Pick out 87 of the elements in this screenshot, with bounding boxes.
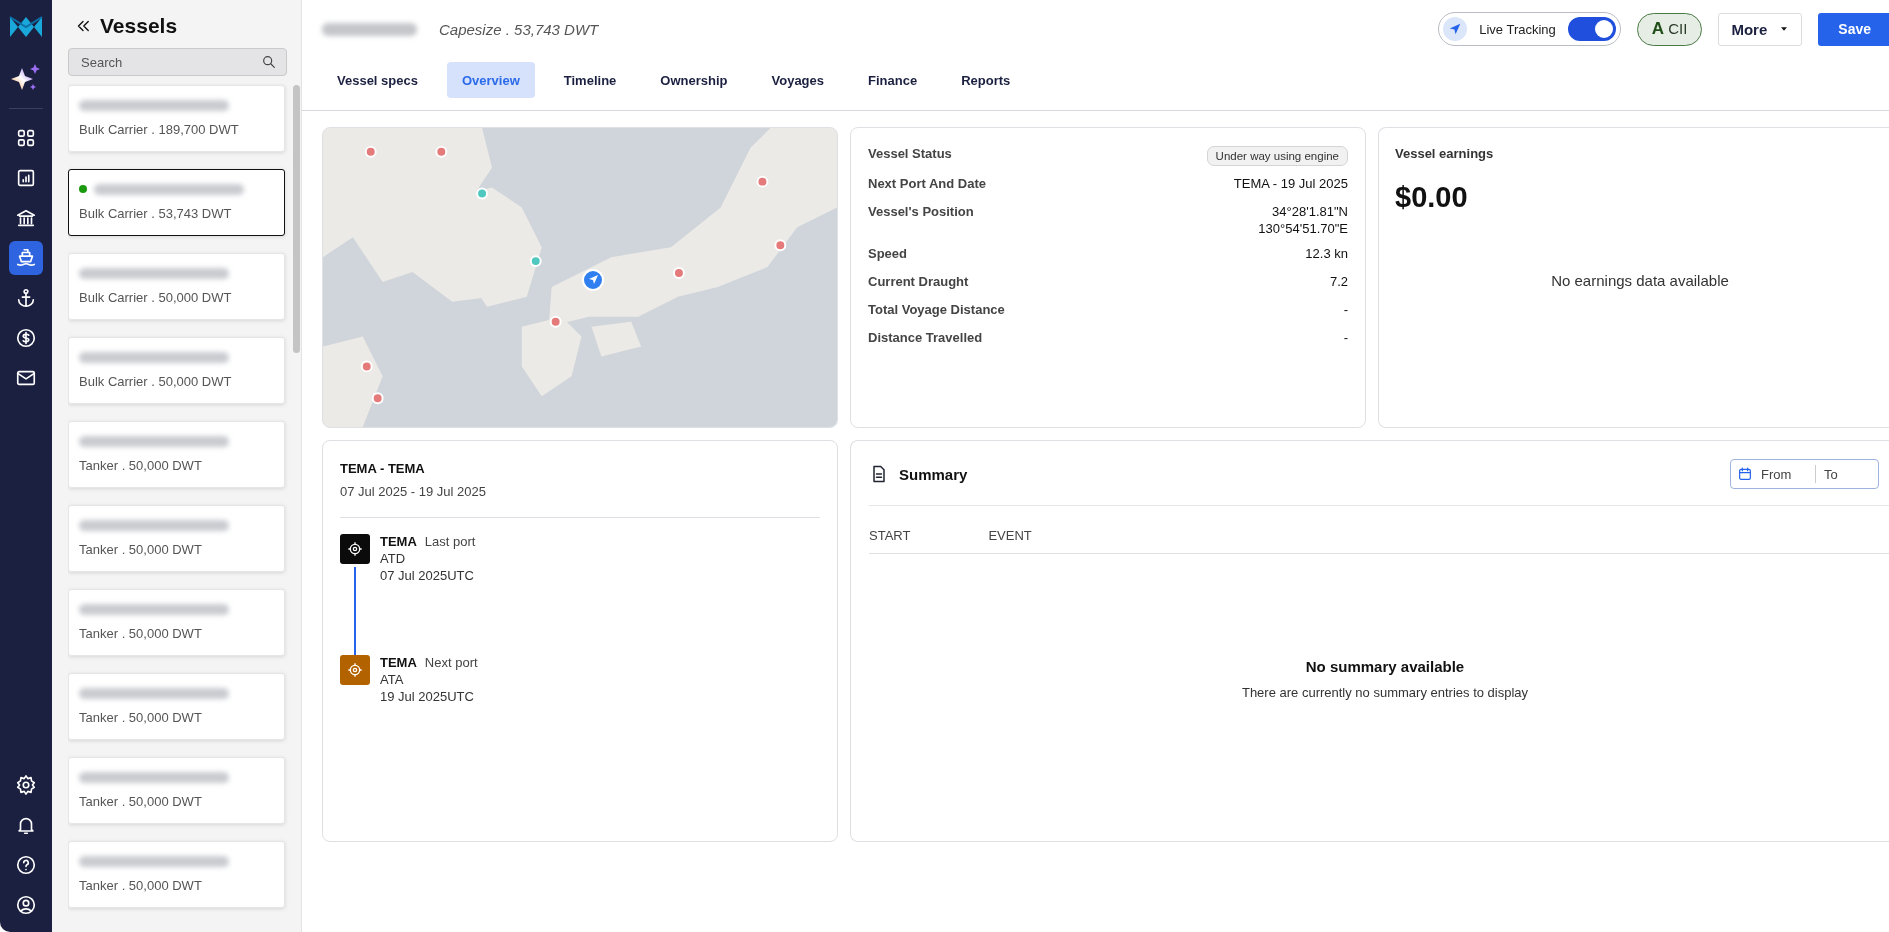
field-label: Next Port And Date [868,176,986,191]
vessel-card[interactable]: Bulk Carrier . 53,743 DWT [68,169,285,236]
port-marker-icon [340,655,370,685]
ship-icon [15,247,37,269]
dollar-icon [15,327,37,349]
vessel-card[interactable]: Tanker . 50,000 DWT [68,757,285,824]
tab[interactable]: Reports [946,62,1026,98]
vessel-subtitle: Bulk Carrier . 50,000 DWT [79,374,233,389]
port-role: Next port [424,655,478,670]
field-label: Vessel Status [868,146,952,161]
field-value: 130°54'51.70"E [1258,221,1348,236]
anchor-icon [15,287,37,309]
port-marker-icon [340,534,370,564]
vessel-subtitle: Bulk Carrier . 189,700 DWT [79,122,240,137]
bank-icon [15,207,37,229]
tab[interactable]: Vessel specs [322,62,433,98]
cii-rating-button[interactable]: A CII [1636,12,1703,46]
vessel-subtitle: Tanker . 50,000 DWT [79,710,203,725]
scrollbar[interactable] [293,85,300,353]
vessel-card[interactable]: Tanker . 50,000 DWT [68,421,285,488]
tab[interactable]: Finance [853,62,933,98]
vessel-class: Capesize . 53,743 DWT [439,20,599,38]
more-dropdown-button[interactable]: More [1718,12,1803,46]
status-badge: Under way using engine [1206,146,1348,166]
field-value: 7.2 [1329,274,1348,289]
column-header: START [869,528,911,543]
port-event: ATD [380,551,407,566]
vessel-subtitle: Bulk Carrier . 50,000 DWT [79,290,233,305]
vessel-card[interactable]: Bulk Carrier . 189,700 DWT [68,85,285,152]
navigation-icon [1443,17,1468,41]
port-name: TEMA [380,655,417,670]
vessel-subtitle: Tanker . 50,000 DWT [79,458,203,473]
field-label: Speed [868,246,907,261]
search-icon [261,54,277,70]
field-value: TEMA - 19 Jul 2025 [1233,176,1348,191]
tab[interactable]: Timeline [548,62,632,98]
help-icon [15,854,37,876]
to-date-field[interactable]: To [1822,465,1872,483]
vessel-subtitle: Bulk Carrier . 53,743 DWT [79,206,233,221]
account-icon [15,894,37,916]
tab[interactable]: Overview [446,62,535,98]
date-range-picker[interactable]: From To [1730,459,1879,489]
field-value: - [1343,302,1348,317]
port-name: TEMA [380,534,417,549]
vessel-card[interactable]: Tanker . 50,000 DWT [68,673,285,740]
tab[interactable]: Ownership [645,62,743,98]
vessel-subtitle: Tanker . 50,000 DWT [79,626,203,641]
from-date-field[interactable]: From [1759,465,1809,483]
field-label: Distance Travelled [868,330,983,345]
tab[interactable]: Voyages [756,62,839,98]
field-value: 12.3 kn [1305,246,1348,261]
card-title: Summary [899,465,969,483]
ship-nav-button[interactable] [9,241,43,275]
port-role: Last port [424,534,476,549]
voyage-dates: 07 Jul 2025 - 19 Jul 2025 [340,484,487,499]
port-event: ATA [380,672,405,687]
port-time: 07 Jul 2025UTC [380,568,475,583]
empty-message: There are currently no summary entries to display [1241,685,1529,700]
field-value: 34°28'1.81"N [1272,204,1348,219]
field-value: - [1343,330,1348,345]
save-button[interactable]: Save [1818,12,1889,46]
toggle-switch[interactable] [1567,17,1616,41]
voyage-route: TEMA - TEMA [340,461,426,476]
vessel-card[interactable]: Tanker . 50,000 DWT [68,505,285,572]
vessel-subtitle: Tanker . 50,000 DWT [79,794,203,809]
live-tracking-label: Live Tracking [1479,21,1556,37]
earnings-amount: $0.00 [1395,181,1469,214]
vessel-card[interactable]: Bulk Carrier . 50,000 DWT [68,337,285,404]
calendar-icon [1737,466,1753,482]
field-label: Total Voyage Distance [868,302,1005,317]
field-label: Vessel's Position [868,204,974,219]
column-header: EVENT [988,528,1032,543]
vessel-subtitle: Tanker . 50,000 DWT [79,542,203,557]
bar-chart-icon [15,167,37,189]
vessel-card[interactable]: Tanker . 50,000 DWT [68,589,285,656]
vessel-card[interactable]: Tanker . 50,000 DWT [68,841,285,908]
settings-icon [15,774,37,796]
card-title: Vessel earnings [1395,146,1495,161]
empty-message: No earnings data available [1550,272,1730,289]
empty-title: No summary available [1305,658,1465,675]
vessel-subtitle: Tanker . 50,000 DWT [79,878,203,893]
port-time: 19 Jul 2025UTC [380,689,475,704]
search-field[interactable]: Search [68,48,287,76]
field-label: Current Draught [868,274,969,289]
grid-icon [15,127,37,149]
vessel-card[interactable]: Bulk Carrier . 50,000 DWT [68,253,285,320]
panel-title: Vessels [100,14,178,38]
